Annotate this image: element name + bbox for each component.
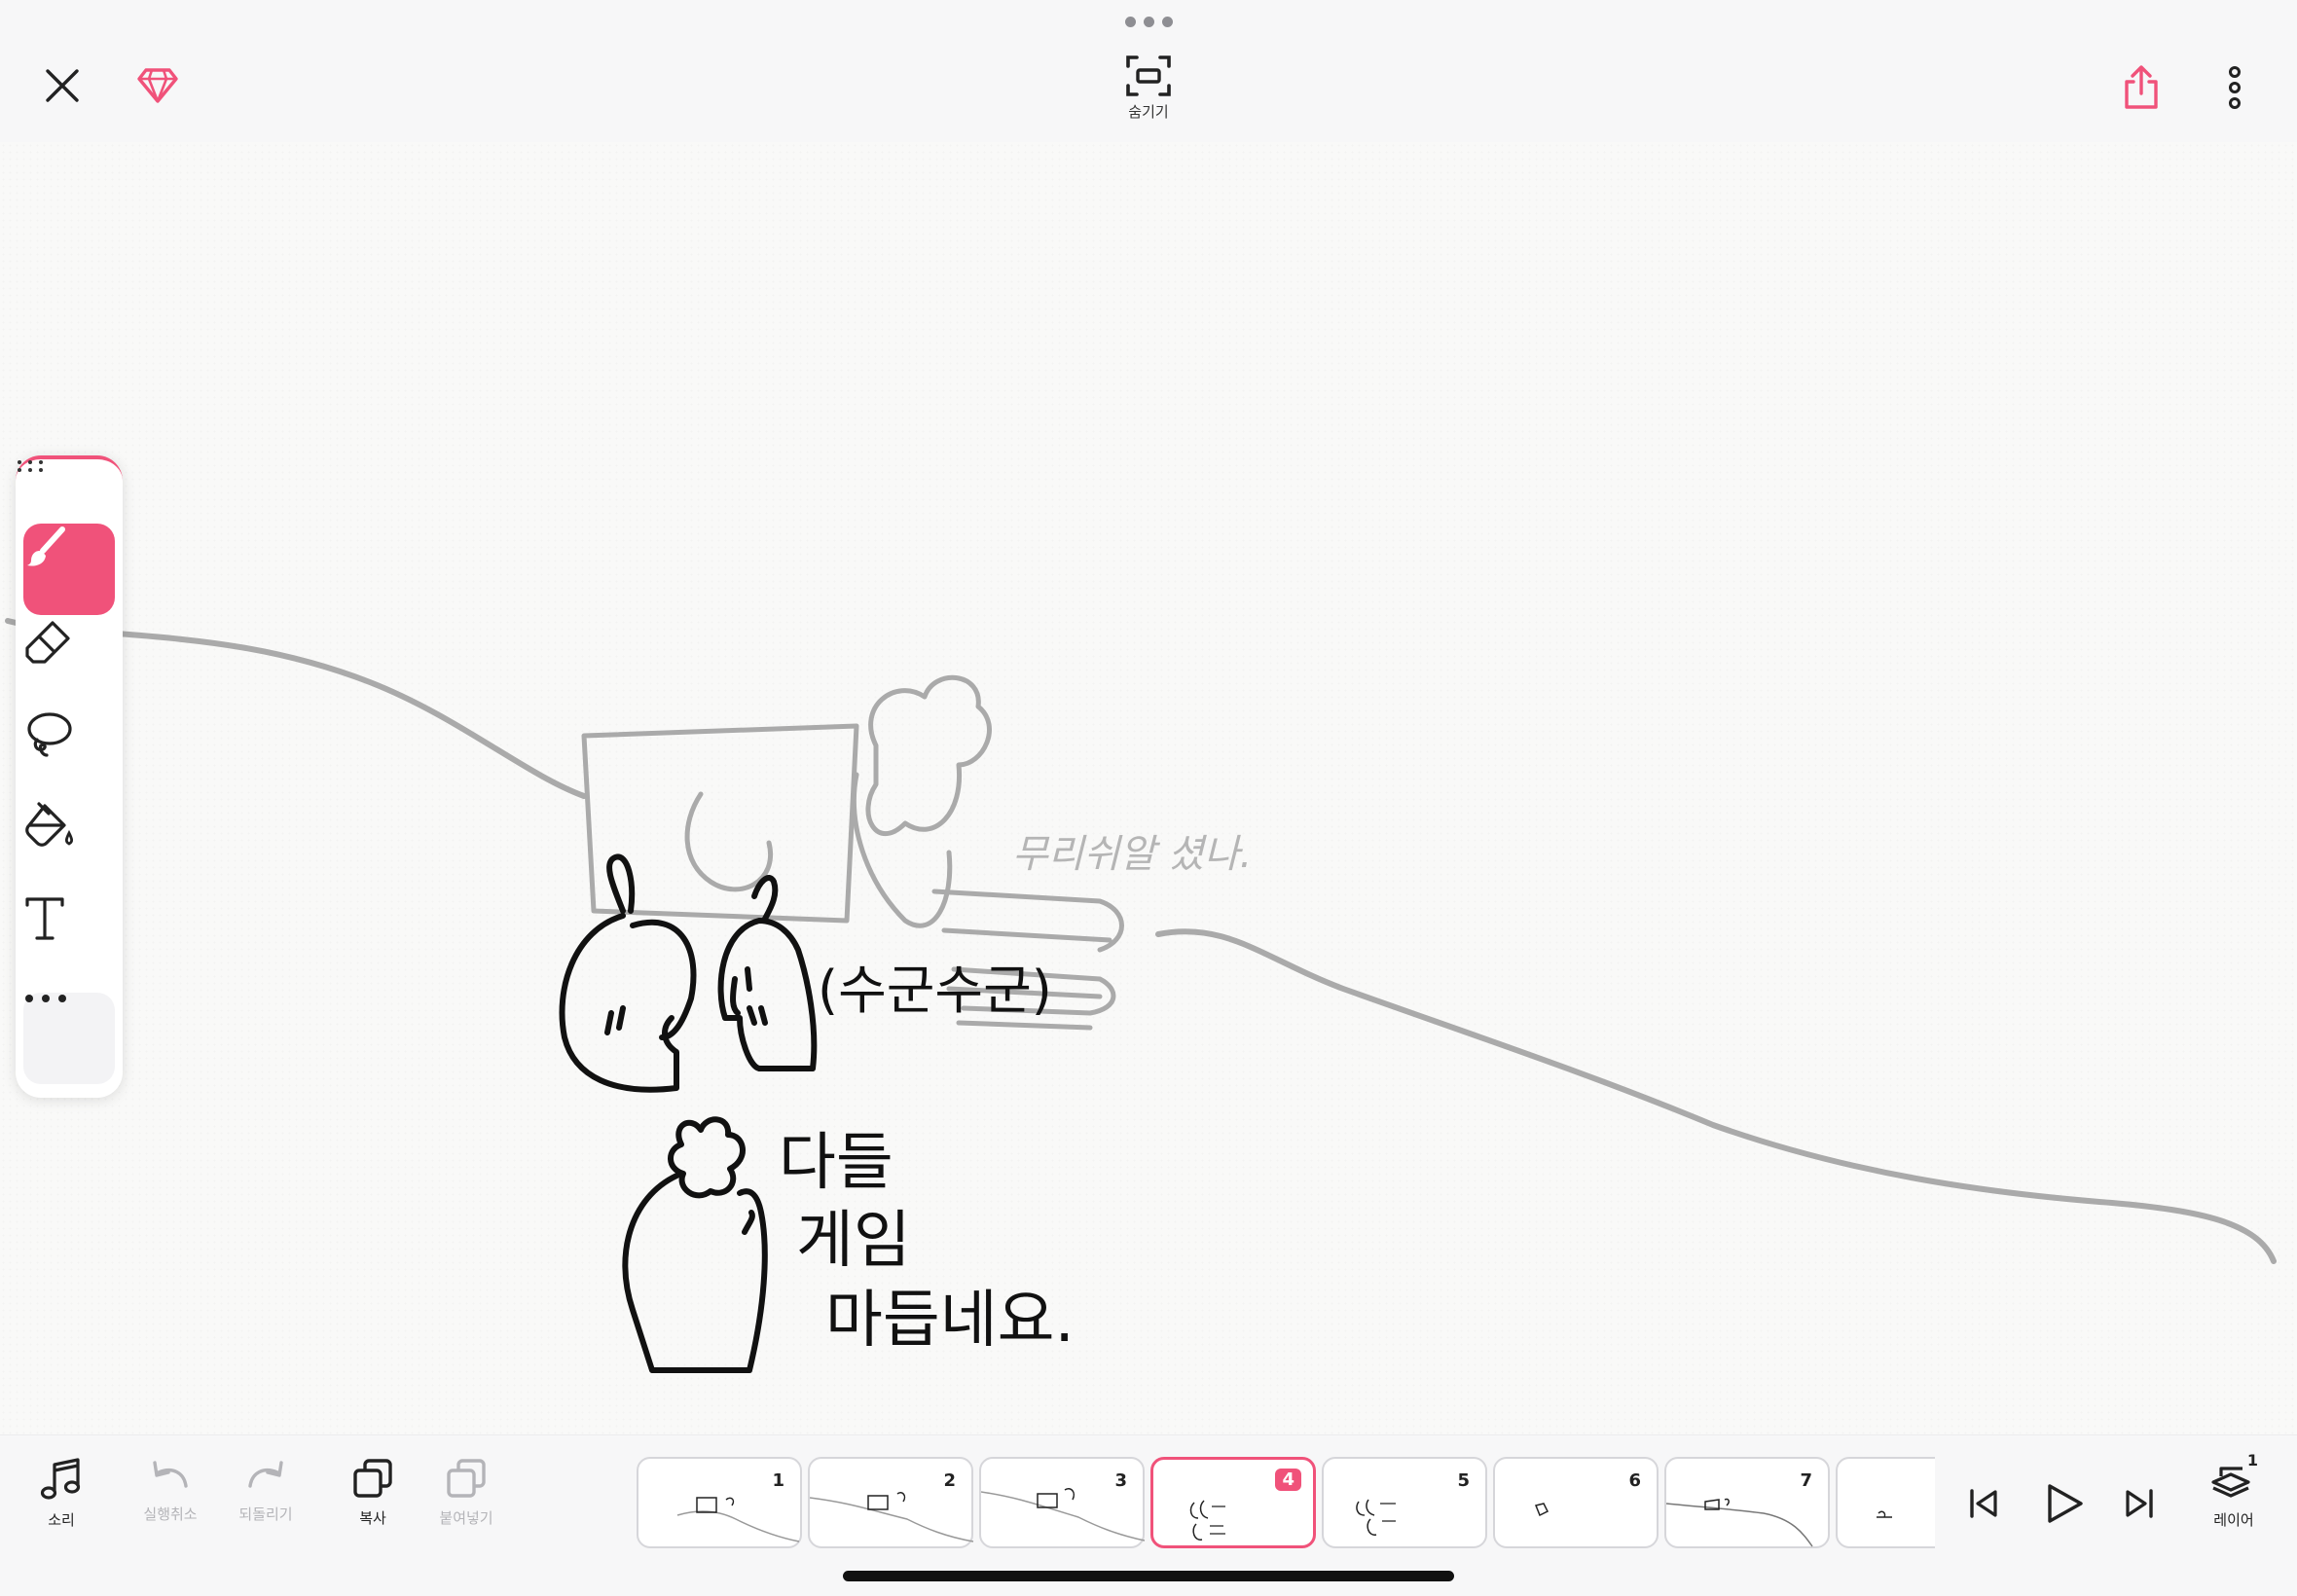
drawing-canvas[interactable]: 무리쉬알 셨나. (수군수군) 다들 게임 마듭네요. <box>0 142 2297 1434</box>
close-button[interactable] <box>37 60 88 111</box>
text-icon <box>25 897 64 940</box>
copy-icon <box>353 1459 392 1498</box>
current-drawing <box>559 853 818 1373</box>
drawing-text-line2: 다들 <box>779 1127 893 1199</box>
brush-tool-button[interactable] <box>23 524 115 615</box>
more-menu-button[interactable] <box>2215 60 2254 115</box>
sound-button[interactable]: 소리 <box>8 1457 115 1564</box>
eraser-tool-button[interactable] <box>23 617 115 708</box>
frame-thumbnail-1[interactable]: 1 <box>637 1457 802 1548</box>
undo-button[interactable]: 실행취소 <box>117 1457 224 1564</box>
skip-to-end-icon <box>2126 1489 2153 1518</box>
more-tools-button[interactable] <box>23 993 115 1084</box>
layers-icon-wrap: 1 <box>2209 1451 2258 1502</box>
frame-number: 6 <box>1628 1470 1641 1491</box>
drawing-layer: 무리쉬알 셨나. (수군수군) 다들 게임 마듭네요. <box>5 618 2277 1373</box>
frame-number: 1 <box>772 1470 784 1491</box>
layers-button[interactable]: 1 레이어 <box>2180 1451 2287 1564</box>
undo-label: 실행취소 <box>143 1505 198 1523</box>
lasso-icon <box>27 712 72 757</box>
frame-thumbnail-6[interactable]: 6 <box>1493 1457 1659 1548</box>
play-icon <box>2048 1484 2083 1523</box>
hide-ui-button[interactable]: 숨기기 <box>1100 49 1197 127</box>
redo-button[interactable]: 되돌리기 <box>212 1457 319 1564</box>
last-frame-button[interactable] <box>2110 1474 2169 1533</box>
drawing-text-whisper: (수군수군) <box>818 960 1052 1021</box>
tool-panel <box>16 455 123 1098</box>
frame-thumbnail-2[interactable]: 2 <box>808 1457 974 1548</box>
fill-tool-button[interactable] <box>23 800 115 891</box>
paste-label: 붙여넣기 <box>439 1509 493 1527</box>
drawing-text-line3: 게임 <box>796 1205 911 1277</box>
hide-ui-icon <box>1126 54 1171 96</box>
onion-skin-text: 무리쉬알 셨나. <box>1012 832 1252 877</box>
frame-number: 4 <box>1275 1469 1301 1491</box>
lasso-tool-button[interactable] <box>23 708 115 800</box>
frame-number: 5 <box>1457 1470 1470 1491</box>
brush-icon <box>27 526 65 566</box>
text-tool-button[interactable] <box>23 893 115 985</box>
gem-icon <box>137 68 178 103</box>
panel-drag-handle-icon[interactable] <box>16 459 45 473</box>
frame-timeline[interactable]: 1 2 3 4 5 6 7 <box>637 1457 1935 1552</box>
frame-thumbnail-7[interactable]: 7 <box>1664 1457 1830 1548</box>
frame-thumbnail-8[interactable] <box>1836 1457 1935 1548</box>
first-frame-button[interactable] <box>1954 1474 2013 1533</box>
frame-number: 7 <box>1800 1470 1812 1491</box>
paste-icon <box>447 1459 486 1498</box>
music-note-icon <box>40 1458 81 1500</box>
share-icon <box>2125 65 2158 109</box>
layers-label: 레이어 <box>2213 1511 2254 1529</box>
frame-thumbnail-5[interactable]: 5 <box>1322 1457 1487 1548</box>
sound-label: 소리 <box>48 1511 75 1529</box>
play-button[interactable] <box>2034 1474 2093 1533</box>
frame-number: 2 <box>943 1470 956 1491</box>
copy-frame-button[interactable]: 복사 <box>319 1457 426 1564</box>
frame-number: 3 <box>1114 1470 1127 1491</box>
paint-bucket-icon <box>25 802 74 847</box>
window-grab-handle[interactable] <box>1125 17 1173 27</box>
close-icon <box>46 69 79 102</box>
eraser-icon <box>25 621 70 664</box>
more-vertical-icon <box>2229 66 2241 109</box>
frame-preview <box>1877 1510 1892 1518</box>
top-bar: 숨기기 <box>0 0 2297 142</box>
layer-count-badge: 1 <box>2246 1451 2258 1469</box>
skip-to-start-icon <box>1970 1489 1997 1518</box>
share-button[interactable] <box>2114 60 2169 115</box>
undo-icon <box>153 1461 188 1488</box>
drawing-text-line4: 마듭네요. <box>825 1285 1075 1357</box>
premium-button[interactable] <box>132 60 183 111</box>
onion-skin-drawing <box>5 618 2277 1264</box>
copy-label: 복사 <box>359 1509 386 1527</box>
frame-thumbnail-4-selected[interactable]: 4 <box>1150 1457 1316 1548</box>
redo-icon <box>248 1461 283 1488</box>
paste-frame-button[interactable]: 붙여넣기 <box>413 1457 520 1564</box>
hide-ui-label: 숨기기 <box>1128 102 1169 121</box>
frame-thumbnail-3[interactable]: 3 <box>979 1457 1146 1548</box>
more-horizontal-icon <box>25 995 66 1002</box>
redo-label: 되돌리기 <box>238 1505 293 1523</box>
home-indicator[interactable] <box>843 1571 1454 1581</box>
